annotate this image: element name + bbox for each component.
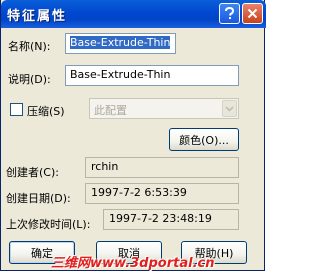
name-label-text: 名称 xyxy=(8,40,30,53)
created-date-label-mnemonic: (D): xyxy=(50,192,71,205)
created-date-label: 创建日期(D): xyxy=(6,190,71,206)
created-date-value-text: 1997-7-2 6:53:39 xyxy=(91,186,187,199)
compress-checkbox[interactable] xyxy=(10,103,23,116)
name-label-mnemonic: (N): xyxy=(30,40,51,53)
help-button[interactable] xyxy=(219,3,240,24)
title-bar[interactable]: 特征属性 xyxy=(1,0,266,28)
chevron-down-icon xyxy=(222,100,237,117)
compress-label: 压缩(S) xyxy=(27,103,65,119)
feature-properties-dialog: 特征属性 名称(N): Base-Extrude-Thin 说明(D): Bas… xyxy=(0,0,266,271)
modified-label-mnemonic: (L): xyxy=(72,218,91,231)
window-title: 特征属性 xyxy=(7,9,68,24)
ok-button-label: 确定 xyxy=(31,246,53,260)
configuration-select-value: 此配置 xyxy=(94,104,127,117)
modified-label-text: 上次修改时间 xyxy=(6,218,72,231)
configuration-select[interactable]: 此配置 xyxy=(89,98,239,119)
creator-label-text: 创建者 xyxy=(6,166,39,179)
name-input[interactable]: Base-Extrude-Thin xyxy=(65,33,176,54)
description-label-text: 说明 xyxy=(8,73,30,86)
help-icon xyxy=(224,7,235,20)
creator-value: rchin xyxy=(85,157,239,178)
compress-label-text: 压缩 xyxy=(27,105,49,118)
close-icon xyxy=(247,8,258,19)
description-label: 说明(D): xyxy=(8,71,51,87)
created-date-value: 1997-7-2 6:53:39 xyxy=(85,183,239,204)
modified-value-text: 1997-7-2 23:48:19 xyxy=(109,212,212,225)
creator-label: 创建者(C): xyxy=(6,164,59,180)
watermark-text: 三维网www.3dportal.cn xyxy=(51,256,215,271)
creator-value-text: rchin xyxy=(91,160,119,173)
color-button-label: 颜色(O)... xyxy=(179,133,229,147)
creator-label-mnemonic: (C): xyxy=(39,166,59,179)
modified-value: 1997-7-2 23:48:19 xyxy=(103,209,239,230)
name-input-value: Base-Extrude-Thin xyxy=(70,36,171,49)
created-date-label-text: 创建日期 xyxy=(6,192,50,205)
description-input[interactable]: Base-Extrude-Thin xyxy=(65,65,239,86)
modified-label: 上次修改时间(L): xyxy=(6,216,90,232)
description-label-mnemonic: (D): xyxy=(30,73,51,86)
close-button[interactable] xyxy=(242,3,263,24)
compress-label-mnemonic: (S) xyxy=(49,105,65,118)
description-input-value: Base-Extrude-Thin xyxy=(70,68,171,81)
name-label: 名称(N): xyxy=(8,38,51,54)
color-button[interactable]: 颜色(O)... xyxy=(169,128,239,151)
